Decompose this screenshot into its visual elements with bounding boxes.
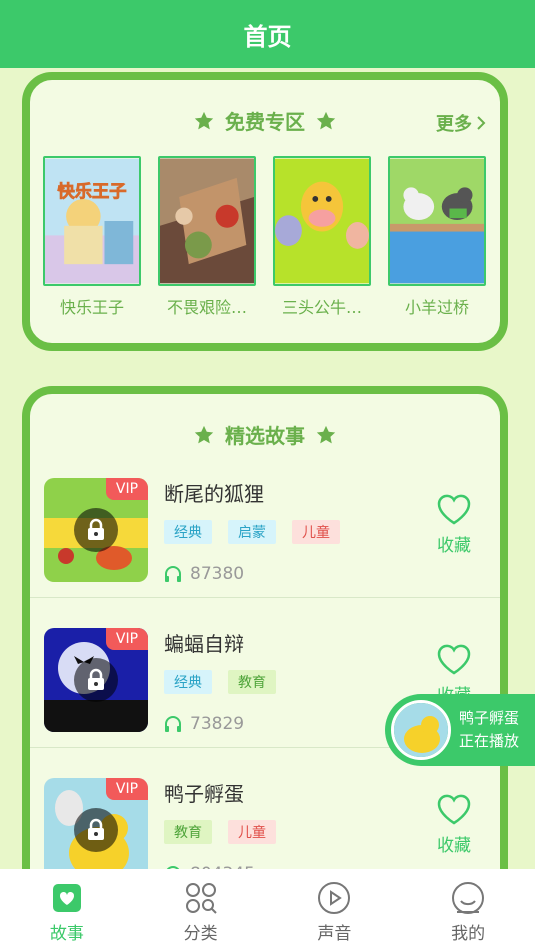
favorite-label: 收藏	[437, 536, 471, 556]
story-title: 蝙蝠自辩	[164, 632, 244, 656]
top-bar: 首页	[0, 0, 535, 68]
play-circle-icon	[318, 882, 351, 914]
cover-image	[158, 156, 256, 286]
lock-icon	[74, 658, 118, 702]
featured-section-title: 精选故事	[225, 424, 305, 448]
free-item-title: 小羊过桥	[404, 298, 469, 317]
bottom-tab-bar: 故事 分类 声音 我的	[0, 869, 535, 951]
smile-icon	[452, 882, 485, 914]
now-playing-title: 鸭子孵蛋	[459, 709, 520, 727]
story-item[interactable]: VIP 断尾的狐狸 经典 启蒙 儿童 87380 收藏	[30, 466, 500, 616]
cover-text: 快乐王子	[57, 181, 126, 202]
cover-image: 快乐王子	[43, 156, 141, 286]
story-title: 断尾的狐狸	[164, 482, 264, 506]
now-playing-cover	[391, 700, 451, 760]
story-tag: 儿童	[228, 820, 276, 844]
tab-label: 我的	[451, 924, 486, 944]
page-title: 首页	[243, 22, 292, 51]
story-tags: 教育 儿童	[164, 820, 276, 844]
now-playing-text: 鸭子孵蛋 正在播放	[459, 707, 519, 753]
lock-icon	[74, 508, 118, 552]
free-item-title: 快乐王子	[59, 298, 124, 317]
tab-mine[interactable]: 我的	[401, 869, 535, 951]
free-list: 快乐王子 快乐王子 不畏艰险… 三头公牛… 小羊过桥	[43, 156, 486, 318]
story-title: 鸭子孵蛋	[164, 782, 244, 806]
story-tag: 经典	[164, 520, 212, 544]
free-item-title: 三头公牛…	[281, 298, 362, 317]
favorite-button[interactable]: 收藏	[434, 794, 474, 856]
vip-badge: VIP	[106, 778, 148, 800]
star-icon	[194, 111, 214, 129]
cover-image	[273, 156, 371, 286]
tab-label: 分类	[183, 924, 218, 944]
story-tags: 经典 教育	[164, 670, 276, 694]
heart-icon	[437, 494, 471, 525]
headphones-icon	[165, 716, 181, 732]
star-icon	[194, 425, 214, 443]
more-label: 更多	[436, 114, 472, 135]
favorite-button[interactable]: 收藏	[434, 494, 474, 556]
star-icon	[316, 111, 336, 129]
now-playing-widget[interactable]: 鸭子孵蛋 正在播放	[385, 694, 535, 766]
featured-section-card: 精选故事 VIP 断尾的狐狸 经典 启蒙 儿童 87380 收藏 VIP 蝙蝠自…	[22, 386, 508, 906]
grid-search-icon	[185, 883, 217, 914]
cover-image	[388, 156, 486, 286]
heart-icon	[437, 644, 471, 675]
tab-label: 故事	[49, 924, 84, 944]
star-icon	[316, 425, 336, 443]
story-tag: 教育	[164, 820, 212, 844]
free-item[interactable]: 快乐王子 快乐王子	[43, 156, 141, 318]
free-item[interactable]: 不畏艰险…	[158, 156, 256, 318]
story-tag: 启蒙	[228, 520, 276, 544]
tab-label: 声音	[317, 924, 352, 944]
vip-badge: VIP	[106, 478, 148, 500]
story-thumbnail: VIP	[44, 778, 148, 882]
favorite-label: 收藏	[437, 836, 471, 856]
now-playing-status: 正在播放	[459, 732, 520, 750]
free-item[interactable]: 小羊过桥	[388, 156, 486, 318]
tab-categories[interactable]: 分类	[134, 869, 268, 951]
play-count-value: 73829	[190, 714, 245, 734]
play-count-value: 87380	[190, 564, 245, 584]
divider	[30, 597, 500, 598]
story-tag: 儿童	[292, 520, 340, 544]
free-section-title: 免费专区	[225, 110, 305, 134]
story-thumbnail: VIP	[44, 478, 148, 582]
story-tags: 经典 启蒙 儿童	[164, 520, 340, 544]
headphones-icon	[165, 566, 181, 582]
play-count: 73829	[164, 714, 244, 734]
story-tag: 教育	[228, 670, 276, 694]
featured-section-header: 精选故事	[30, 420, 500, 449]
story-tag: 经典	[164, 670, 212, 694]
free-section-header: 免费专区	[30, 106, 500, 135]
free-item-title: 不畏艰险…	[166, 298, 247, 317]
more-link[interactable]: 更多	[436, 110, 486, 136]
play-count: 87380	[164, 564, 244, 584]
lock-icon	[74, 808, 118, 852]
heart-square-icon	[52, 884, 81, 912]
vip-badge: VIP	[106, 628, 148, 650]
free-section-card: 免费专区 更多 快乐王子 快乐王子 不畏艰险… 三头公牛… 小羊过桥	[22, 72, 508, 351]
chevron-right-icon	[477, 116, 486, 130]
tab-sounds[interactable]: 声音	[268, 869, 402, 951]
free-item[interactable]: 三头公牛…	[273, 156, 371, 318]
story-thumbnail: VIP	[44, 628, 148, 732]
tab-stories[interactable]: 故事	[0, 869, 134, 951]
heart-icon	[437, 794, 471, 825]
